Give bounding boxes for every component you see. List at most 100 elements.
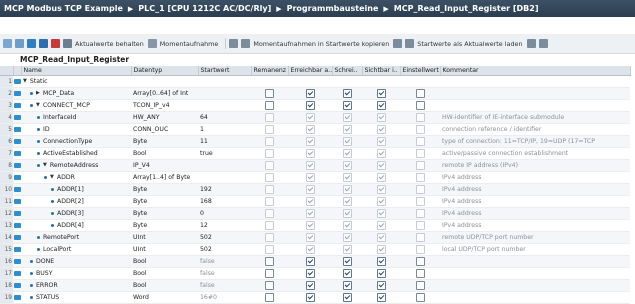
- header-visible[interactable]: Sichtbar i..: [362, 66, 401, 76]
- table-row[interactable]: 3 ▼ CONNECT_MCP TCON_IP_v4: [0, 99, 630, 112]
- accessible-checkbox[interactable]: [305, 245, 315, 254]
- datatype-cell[interactable]: CONN_OUC: [131, 123, 198, 136]
- datatype-cell[interactable]: Bool: [131, 267, 198, 280]
- comment-cell[interactable]: remote IP address (IPv4): [440, 159, 630, 172]
- load-icon[interactable]: [526, 39, 536, 48]
- accessible-checkbox[interactable]: [305, 233, 315, 242]
- copy-all-icon[interactable]: [241, 39, 251, 48]
- accessible-checkbox[interactable]: [305, 89, 315, 98]
- name-cell[interactable]: ▼ Static: [21, 75, 131, 88]
- writable-checkbox[interactable]: [342, 185, 352, 194]
- setpoint-checkbox[interactable]: [415, 101, 425, 110]
- name-cell[interactable]: ConnectionType: [21, 135, 131, 148]
- startvalue-cell[interactable]: 64: [198, 111, 251, 124]
- expand-arrow-icon[interactable]: ▶: [36, 90, 40, 96]
- writable-checkbox[interactable]: [342, 293, 352, 302]
- table-row[interactable]: 9 ▼ ADDR Array[1..4] of Byte IPv4 address: [0, 171, 630, 184]
- comment-cell[interactable]: local UDP/TCP port number: [440, 243, 630, 256]
- name-cell[interactable]: ADDR[1]: [21, 183, 131, 196]
- name-cell[interactable]: BUSY: [21, 267, 131, 280]
- copy-start-all-icon[interactable]: [405, 39, 415, 48]
- name-cell[interactable]: ADDR[2]: [21, 195, 131, 208]
- writable-checkbox[interactable]: [342, 257, 352, 266]
- name-cell[interactable]: ▶ MCP_Data: [21, 87, 131, 100]
- setpoint-checkbox[interactable]: [415, 125, 425, 134]
- accessible-checkbox[interactable]: [305, 281, 315, 290]
- retain-checkbox[interactable]: [265, 113, 274, 122]
- writable-checkbox[interactable]: [342, 125, 352, 134]
- retain-checkbox[interactable]: [265, 233, 274, 242]
- accessible-checkbox[interactable]: [305, 221, 315, 230]
- datatype-cell[interactable]: Bool: [131, 255, 198, 268]
- startvalue-cell[interactable]: false: [198, 267, 251, 280]
- retain-checkbox[interactable]: [265, 125, 274, 134]
- comment-cell[interactable]: [440, 87, 630, 100]
- comment-cell[interactable]: type of connection: 11=TCP/IP, 19=UDP (1…: [440, 135, 630, 148]
- collapse-arrow-icon[interactable]: ▼: [50, 174, 54, 180]
- datatype-cell[interactable]: Array[1..4] of Byte: [131, 171, 198, 184]
- retain-checkbox[interactable]: [265, 197, 274, 206]
- table-row[interactable]: 15 LocalPort UInt 502 local UDP/TCP port num…: [0, 243, 630, 256]
- datatype-cell[interactable]: [131, 75, 198, 88]
- visible-checkbox[interactable]: [376, 269, 386, 278]
- header-writable[interactable]: Schrei..: [332, 66, 363, 76]
- retain-checkbox[interactable]: [265, 281, 274, 290]
- accessible-checkbox[interactable]: [305, 149, 315, 158]
- accessible-checkbox[interactable]: [305, 269, 315, 278]
- visible-checkbox[interactable]: [376, 209, 386, 218]
- comment-cell[interactable]: [440, 255, 630, 268]
- writable-checkbox[interactable]: [342, 149, 352, 158]
- startvalue-cell[interactable]: 502: [198, 231, 251, 244]
- table-row[interactable]: 4 InterfaceId HW_ANY 64 HW-identifier of IE-…: [0, 111, 630, 124]
- header-retain[interactable]: Remanenz: [251, 66, 289, 76]
- breadcrumb-block[interactable]: MCP_Read_Input_Register [DB2]: [394, 4, 539, 13]
- setpoint-checkbox[interactable]: [415, 221, 425, 230]
- startvalue-cell[interactable]: [198, 159, 251, 172]
- setpoint-checkbox[interactable]: [415, 281, 425, 290]
- retain-checkbox[interactable]: [265, 185, 274, 194]
- collapse-arrow-icon[interactable]: ▼: [23, 78, 27, 84]
- datatype-cell[interactable]: Byte: [131, 219, 198, 232]
- visible-checkbox[interactable]: [376, 185, 386, 194]
- insert-row-icon[interactable]: [3, 39, 12, 48]
- copy-icon[interactable]: [229, 39, 239, 48]
- breadcrumb-device[interactable]: PLC_1 [CPU 1212C AC/DC/Rly]: [138, 4, 271, 13]
- visible-checkbox[interactable]: [376, 149, 386, 158]
- expand-all-icon[interactable]: [27, 39, 36, 48]
- table-row[interactable]: 7 ActiveEstablished Bool true active/passive…: [0, 147, 630, 160]
- visible-checkbox[interactable]: [376, 89, 386, 98]
- retain-checkbox[interactable]: [265, 161, 274, 170]
- retain-checkbox[interactable]: [265, 149, 274, 158]
- table-row[interactable]: 1 ▼ Static: [0, 75, 630, 88]
- setpoint-checkbox[interactable]: [415, 209, 425, 218]
- accessible-checkbox[interactable]: [305, 137, 315, 146]
- comment-cell[interactable]: IPv4 address: [440, 219, 630, 232]
- setpoint-checkbox[interactable]: [415, 89, 425, 98]
- writable-checkbox[interactable]: [342, 89, 352, 98]
- collapse-all-icon[interactable]: [39, 39, 48, 48]
- highlight-icon[interactable]: [51, 39, 60, 48]
- setpoint-checkbox[interactable]: [415, 185, 425, 194]
- name-cell[interactable]: ActiveEstablished: [21, 147, 131, 160]
- startvalue-cell[interactable]: 168: [198, 195, 251, 208]
- writable-checkbox[interactable]: [342, 209, 352, 218]
- visible-checkbox[interactable]: [376, 233, 386, 242]
- retain-checkbox[interactable]: [265, 173, 274, 182]
- table-row[interactable]: 12 ADDR[3] Byte 0 IPv4 address: [0, 207, 630, 220]
- startvalue-cell[interactable]: [198, 171, 251, 184]
- name-cell[interactable]: InterfaceId: [21, 111, 131, 124]
- snapshot-button[interactable]: Momentaufnahme: [160, 40, 219, 48]
- retain-checkbox[interactable]: [265, 101, 274, 110]
- visible-checkbox[interactable]: [376, 101, 386, 110]
- collapse-arrow-icon[interactable]: ▼: [36, 102, 40, 108]
- retain-checkbox[interactable]: [265, 137, 274, 146]
- retain-checkbox[interactable]: [265, 257, 274, 266]
- copy-snapshot-button[interactable]: Momentaufnahmen in Startwerte kopieren: [253, 40, 389, 48]
- visible-checkbox[interactable]: [376, 293, 386, 302]
- setpoint-checkbox[interactable]: [415, 269, 425, 278]
- datatype-cell[interactable]: Bool: [131, 147, 198, 160]
- table-row[interactable]: 5 ID CONN_OUC 1 connection reference / ident…: [0, 123, 630, 136]
- datatype-cell[interactable]: Byte: [131, 195, 198, 208]
- comment-cell[interactable]: active/passive connection establishment: [440, 147, 630, 160]
- setpoint-checkbox[interactable]: [415, 233, 425, 242]
